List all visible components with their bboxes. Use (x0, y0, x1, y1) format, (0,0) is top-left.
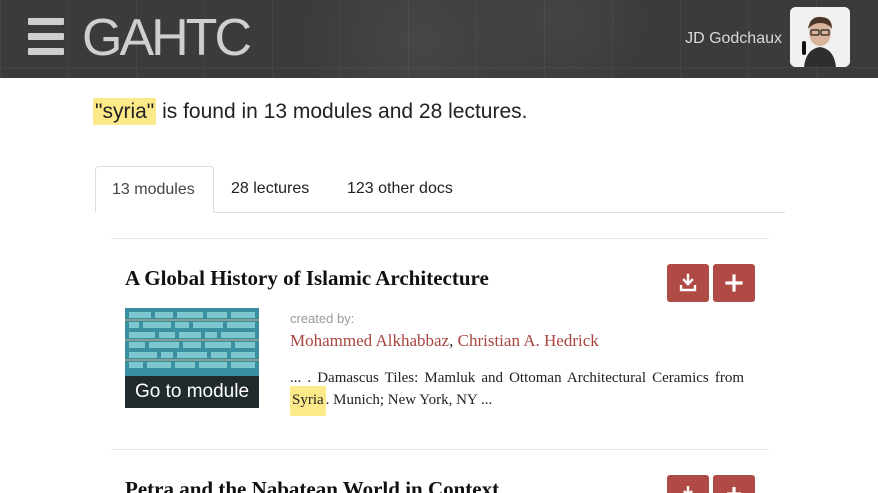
result-title[interactable]: A Global History of Islamic Architecture (125, 266, 489, 291)
tab-other-docs[interactable]: 123 other docs (331, 166, 469, 213)
menu-line (28, 33, 64, 40)
avatar[interactable] (790, 7, 850, 67)
excerpt-text: ... . Damascus Tiles: Mamluk and Ottoman… (290, 370, 744, 386)
download-button[interactable] (667, 475, 709, 493)
hamburger-menu-icon[interactable] (28, 18, 64, 56)
tab-lectures[interactable]: 28 lectures (215, 166, 325, 213)
plus-icon (727, 487, 741, 493)
result-tabs: 13 modules 28 lectures 123 other docs (95, 166, 785, 213)
created-by-label: created by: (290, 311, 355, 326)
search-summary-text: is found in 13 modules and 28 lectures. (156, 100, 528, 123)
add-button[interactable] (713, 475, 755, 493)
site-logo[interactable]: GAHTC (82, 8, 252, 68)
user-name[interactable]: JD Godchaux (685, 30, 782, 48)
avatar-image (790, 7, 850, 67)
download-button[interactable] (667, 264, 709, 302)
author-link[interactable]: Christian A. Hedrick (458, 331, 599, 350)
search-term-highlight: "syria" (93, 98, 157, 125)
tab-modules[interactable]: 13 modules (95, 166, 214, 213)
result-title[interactable]: Petra and the Nabatean World in Context (125, 477, 499, 493)
menu-line (28, 18, 64, 25)
author-separator: , (449, 331, 458, 350)
excerpt-match-highlight: Syria (290, 386, 326, 416)
excerpt-text: . Munich; New York, NY ... (325, 392, 493, 408)
module-thumbnail[interactable]: Go to module (125, 308, 259, 408)
menu-line (28, 48, 64, 55)
go-to-module-label[interactable]: Go to module (125, 376, 259, 408)
result-divider (111, 449, 769, 450)
plus-icon (725, 274, 743, 292)
result-divider (111, 238, 769, 239)
download-icon (683, 486, 693, 493)
author-link[interactable]: Mohammed Alkhabbaz (290, 331, 449, 350)
top-bar: GAHTC JD Godchaux (0, 0, 878, 78)
add-button[interactable] (713, 264, 755, 302)
search-summary: "syria" is found in 13 modules and 28 le… (93, 95, 527, 129)
author-list: Mohammed Alkhabbaz, Christian A. Hedrick (290, 331, 599, 351)
download-icon (679, 273, 697, 292)
result-excerpt: ... . Damascus Tiles: Mamluk and Ottoman… (290, 367, 744, 416)
